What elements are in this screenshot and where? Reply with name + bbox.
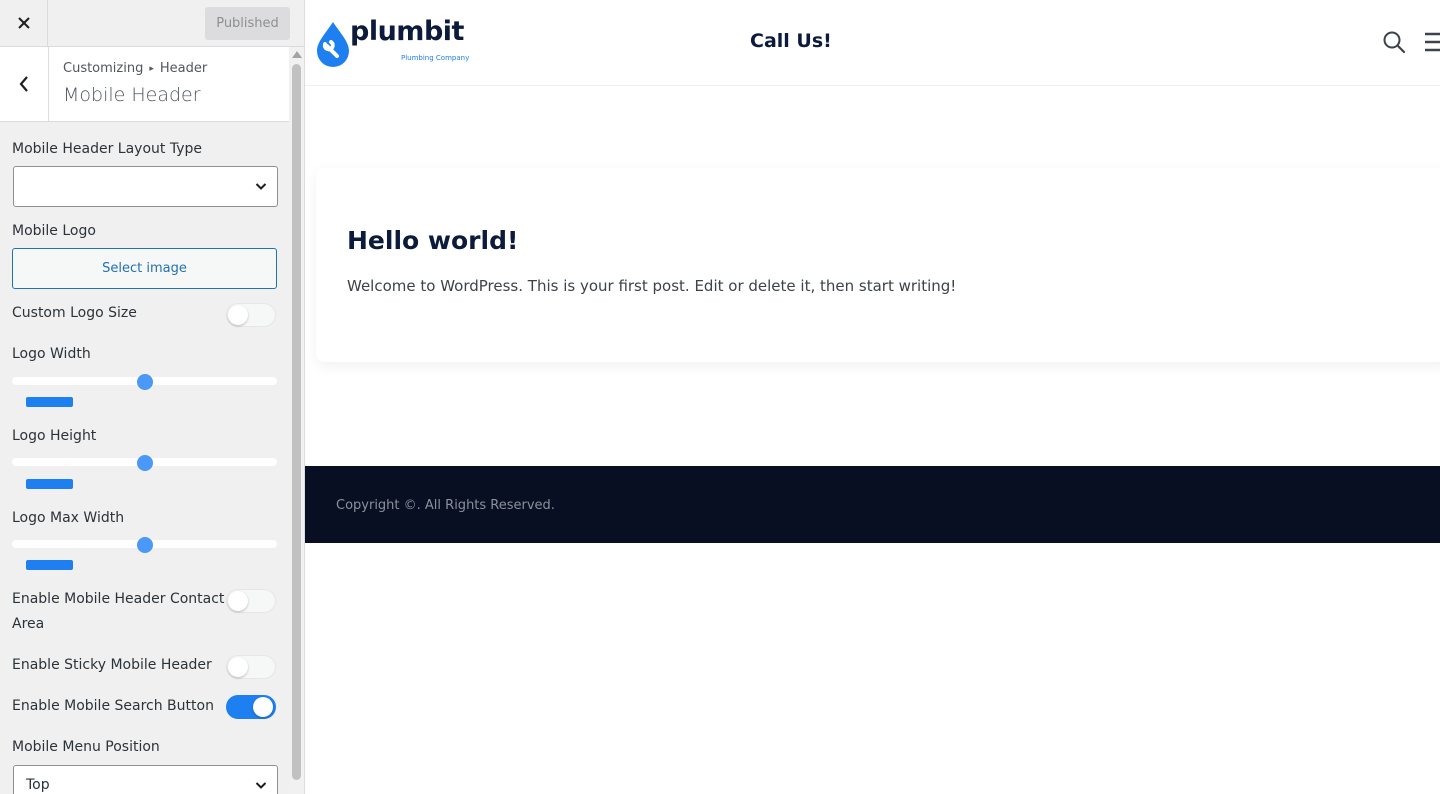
sidebar-scrollbar[interactable] (289, 47, 304, 794)
customizer-sidebar: Published Customizing ▸ Header Mobile Head… (0, 0, 305, 794)
logo-width-label: Logo Width (12, 346, 91, 362)
section-title: Mobile Header (63, 84, 201, 106)
call-us-link[interactable]: Call Us! (750, 30, 832, 52)
sticky-header-toggle[interactable] (226, 655, 276, 679)
water-drop-wrench-icon (317, 22, 349, 67)
close-icon (17, 17, 30, 29)
customizer-topbar: Published (0, 0, 304, 47)
toggle-knob (228, 305, 248, 325)
search-icon[interactable] (1382, 30, 1406, 54)
logo-height-label: Logo Height (12, 428, 97, 444)
slider-thumb[interactable] (136, 537, 153, 553)
menu-position-label: Mobile Menu Position (12, 739, 160, 755)
logo-wordmark: plumbit (350, 16, 464, 47)
breadcrumb-separator: ▸ (149, 64, 154, 74)
site-preview: plumbit Plumbing Company Call Us! Hello … (305, 0, 1440, 794)
layout-type-select[interactable] (13, 166, 278, 207)
logo-max-width-label: Logo Max Width (12, 510, 125, 526)
mobile-logo-label: Mobile Logo (12, 223, 96, 239)
footer-copyright: Copyright ©. All Rights Reserved. (336, 498, 555, 513)
search-button-label: Enable Mobile Search Button (12, 698, 214, 714)
breadcrumb-root: Customizing (63, 61, 144, 76)
slider-thumb[interactable] (136, 374, 153, 390)
chevron-left-icon (19, 76, 28, 92)
contact-area-label-line2: Area (12, 616, 45, 632)
toggle-knob (228, 657, 248, 677)
site-logo[interactable]: plumbit Plumbing Company (315, 16, 475, 70)
custom-logo-size-label: Custom Logo Size (12, 305, 137, 321)
custom-logo-size-toggle[interactable] (226, 303, 276, 327)
contact-area-label-line1: Enable Mobile Header Contact (12, 591, 225, 607)
select-image-button[interactable]: Select image (12, 248, 277, 289)
menu-position-value: Top (26, 777, 50, 793)
toggle-knob (253, 697, 273, 717)
menu-position-select[interactable]: Top (13, 765, 278, 794)
section-header: Customizing ▸ Header Mobile Header (0, 47, 289, 122)
close-customizer-button[interactable] (0, 0, 48, 46)
logo-tagline: Plumbing Company (401, 54, 470, 62)
site-footer: Copyright ©. All Rights Reserved. (305, 466, 1440, 543)
breadcrumb-parent: Header (159, 61, 208, 76)
contact-area-toggle[interactable] (226, 589, 276, 613)
logo-width-number-field[interactable] (26, 397, 73, 407)
published-button[interactable]: Published (205, 7, 290, 40)
slider-thumb[interactable] (136, 455, 153, 471)
logo-max-width-number-field[interactable] (26, 560, 73, 570)
post-excerpt: Welcome to WordPress. This is your first… (347, 277, 957, 295)
logo-width-slider[interactable] (12, 374, 277, 390)
scroll-up-arrow-icon[interactable] (292, 51, 302, 58)
layout-type-label: Mobile Header Layout Type (12, 141, 202, 157)
chevron-down-icon (255, 183, 267, 190)
hamburger-menu-icon[interactable] (1425, 32, 1440, 52)
search-button-toggle[interactable] (226, 695, 276, 719)
toggle-knob (228, 591, 248, 611)
logo-height-slider[interactable] (12, 455, 277, 471)
post-title[interactable]: Hello world! (347, 226, 518, 255)
logo-max-width-slider[interactable] (12, 537, 277, 553)
scrollbar-thumb[interactable] (292, 64, 301, 780)
sticky-header-label: Enable Sticky Mobile Header (12, 657, 212, 673)
post-card: Hello world! Welcome to WordPress. This … (316, 168, 1440, 362)
logo-height-number-field[interactable] (26, 479, 73, 489)
chevron-down-icon (255, 782, 267, 789)
site-header: plumbit Plumbing Company Call Us! (305, 0, 1440, 86)
back-button[interactable] (0, 47, 49, 121)
breadcrumb: Customizing ▸ Header (63, 61, 207, 76)
